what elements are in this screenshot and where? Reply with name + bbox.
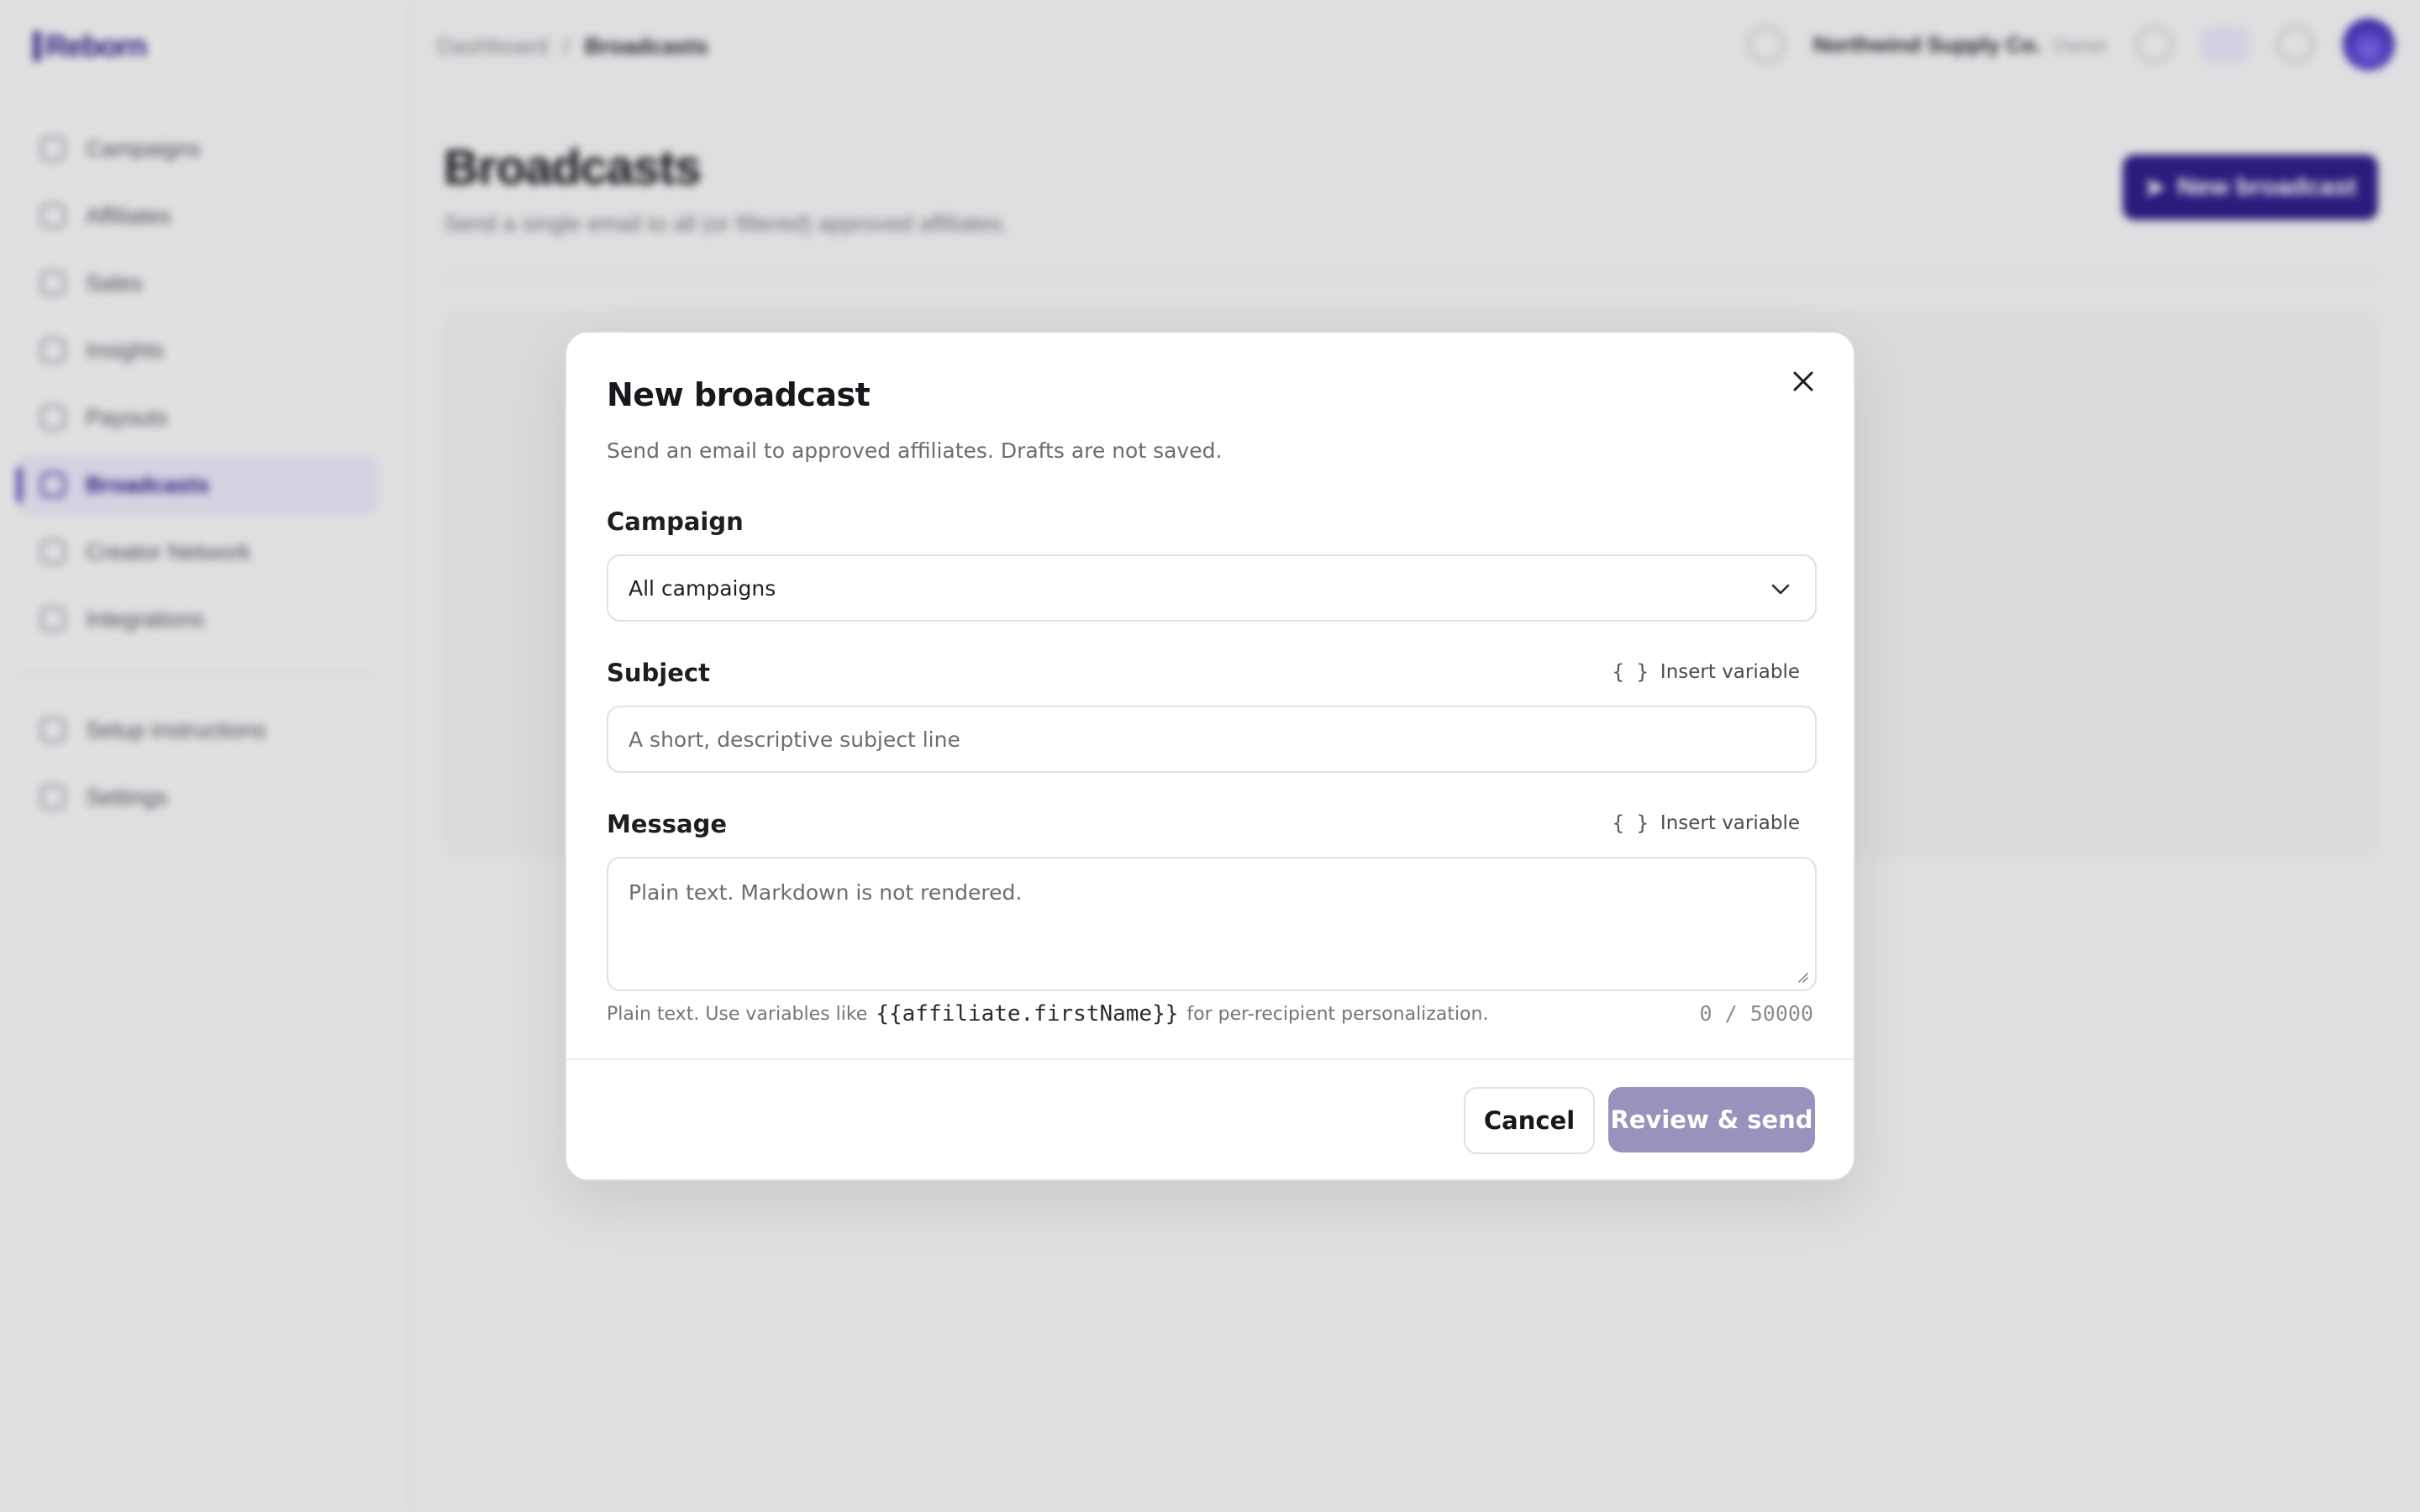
subject-input[interactable]: A short, descriptive subject line bbox=[607, 706, 1817, 773]
campaign-select-value: All campaigns bbox=[629, 575, 776, 601]
message-placeholder: Plain text. Markdown is not rendered. bbox=[629, 880, 1023, 905]
message-textarea[interactable]: Plain text. Markdown is not rendered. bbox=[607, 857, 1817, 991]
close-icon bbox=[1793, 371, 1813, 391]
resize-handle-icon[interactable] bbox=[1795, 969, 1808, 983]
dialog-footer-divider bbox=[566, 1058, 1854, 1060]
review-send-button[interactable]: Review & send bbox=[1608, 1087, 1815, 1152]
insert-variable-label: Insert variable bbox=[1660, 661, 1800, 683]
chevron-down-icon bbox=[1771, 584, 1790, 595]
campaign-select[interactable]: All campaigns bbox=[607, 554, 1817, 622]
dialog-subtitle: Send an email to approved affiliates. Dr… bbox=[607, 438, 1223, 463]
character-counter: 0 / 50000 bbox=[1699, 1001, 1813, 1026]
message-label: Message bbox=[607, 810, 728, 838]
new-broadcast-dialog: New broadcast Send an email to approved … bbox=[565, 331, 1855, 1181]
subject-placeholder: A short, descriptive subject line bbox=[629, 727, 960, 752]
braces-icon: { } bbox=[1612, 811, 1649, 835]
help-prefix: Plain text. Use variables like bbox=[607, 1003, 868, 1025]
campaign-label: Campaign bbox=[607, 507, 744, 536]
braces-icon: { } bbox=[1612, 660, 1649, 684]
close-button[interactable] bbox=[1785, 363, 1822, 400]
help-variable-example: {{affiliate.firstName}} bbox=[876, 1001, 1179, 1026]
insert-variable-label: Insert variable bbox=[1660, 812, 1800, 834]
help-suffix: for per-recipient personalization. bbox=[1186, 1003, 1489, 1025]
message-help-text: Plain text. Use variables like {{affilia… bbox=[607, 1001, 1488, 1026]
cancel-button[interactable]: Cancel bbox=[1464, 1087, 1595, 1154]
dialog-title: New broadcast bbox=[607, 376, 871, 413]
message-insert-variable-button[interactable]: { } Insert variable bbox=[1612, 811, 1800, 835]
subject-label: Subject bbox=[607, 659, 710, 687]
subject-insert-variable-button[interactable]: { } Insert variable bbox=[1612, 660, 1800, 684]
